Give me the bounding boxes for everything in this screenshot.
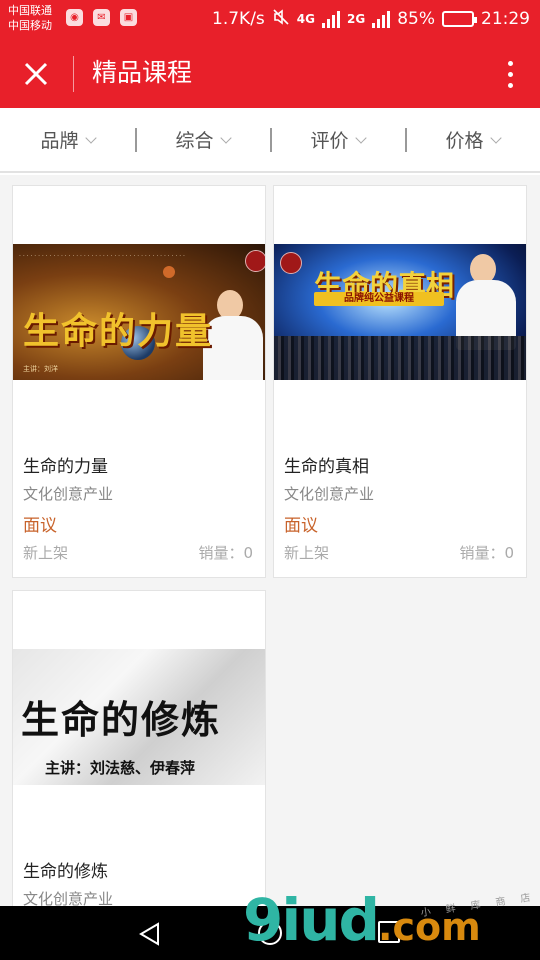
more-dot-icon [507, 71, 513, 77]
product-category: 文化创意产业 [284, 485, 375, 503]
filter-overall[interactable]: 综合 [135, 108, 270, 171]
brand-logo [245, 250, 265, 272]
banner-subtitle: 品牌纯公益课程 [314, 292, 444, 306]
filter-bar: 品牌 综合 评价 价格 [0, 108, 540, 173]
product-banner-image: · · · · · · · · · · · · · · · · · · · · … [13, 244, 265, 380]
gallery-app-icon: ▣ [120, 9, 137, 26]
product-sales: 销量：0 [198, 544, 253, 562]
network-speed: 1.7K/s [212, 9, 265, 29]
status-indicators: 1.7K/s 4G 2G 85% 21:29 [212, 6, 530, 32]
back-button[interactable] [137, 921, 163, 951]
clock: 21:29 [481, 9, 530, 29]
product-grid: · · · · · · · · · · · · · · · · · · · · … [0, 175, 540, 906]
more-dot-icon [507, 60, 513, 66]
message-app-icon: ✉ [93, 9, 110, 26]
filter-label: 价格 [445, 130, 484, 152]
app-header: 精品课程 [0, 38, 540, 108]
watermark-logo: 9iud.com [243, 888, 481, 959]
product-card[interactable]: 生命的真相 品牌纯公益课程 生命的真相 文化创意产业 面议 新上架 销量：0 [273, 185, 527, 578]
mute-icon [272, 8, 290, 31]
page-title: 精品课程 [92, 58, 193, 87]
header-divider [73, 56, 74, 92]
battery-percent: 85% [397, 9, 435, 29]
planet-graphic [163, 266, 175, 278]
watermark-main: 9iud [243, 886, 380, 954]
status-bar: 中国联通 中国移动 ◉ ✉ ▣ 1.7K/s 4G 2G 85% 21:29 [0, 0, 540, 38]
signal-bars-icon-1 [322, 10, 340, 28]
brand-logo [280, 252, 302, 274]
product-category: 文化创意产业 [23, 485, 114, 503]
banner-title: 生命的力量 [23, 310, 214, 352]
product-banner-image: 生命的修炼 主讲：刘法慈、伊春萍 [13, 649, 265, 785]
network-type-1: 4G [296, 12, 315, 26]
more-options-button[interactable] [504, 56, 516, 92]
filter-label: 综合 [175, 130, 214, 152]
chevron-down-icon [489, 131, 502, 144]
filter-brand[interactable]: 品牌 [0, 108, 135, 171]
signal-bars-icon-2 [372, 10, 391, 28]
close-button[interactable] [18, 56, 54, 92]
banner-subtitle: 主讲：刘法慈、伊春萍 [45, 759, 196, 777]
product-price: 面议 [23, 516, 57, 536]
carrier-2: 中国移动 [8, 19, 52, 32]
carrier-info: 中国联通 中国移动 [8, 3, 52, 33]
product-sales: 销量：0 [459, 544, 514, 562]
audience-graphic [274, 336, 526, 380]
chevron-down-icon [84, 131, 97, 144]
product-status: 新上架 [284, 544, 330, 562]
network-type-2: 2G [347, 12, 366, 26]
product-card[interactable]: · · · · · · · · · · · · · · · · · · · · … [12, 185, 266, 578]
product-price: 面议 [284, 516, 318, 536]
product-category: 文化创意产业 [23, 890, 114, 906]
product-title: 生命的真相 [284, 457, 369, 477]
filter-price[interactable]: 价格 [405, 108, 540, 171]
filter-rating[interactable]: 评价 [270, 108, 405, 171]
filter-label: 品牌 [40, 130, 79, 152]
filter-label: 评价 [310, 130, 349, 152]
chevron-down-icon [354, 131, 367, 144]
banner-caption: 主讲：刘洋 [23, 365, 58, 373]
product-card[interactable]: 生命的修炼 主讲：刘法慈、伊春萍 生命的修炼 文化创意产业 [12, 590, 266, 906]
close-icon [24, 62, 48, 86]
battery-icon [442, 11, 477, 27]
product-status: 新上架 [23, 544, 69, 562]
product-title: 生命的力量 [23, 457, 108, 477]
location-app-icon: ◉ [66, 9, 83, 26]
banner-title: 生命的修炼 [21, 697, 222, 742]
product-banner-image: 生命的真相 品牌纯公益课程 [274, 244, 526, 380]
chevron-down-icon [219, 131, 232, 144]
carrier-1: 中国联通 [8, 4, 52, 17]
more-dot-icon [507, 82, 513, 88]
product-title: 生命的修炼 [23, 862, 108, 882]
back-triangle-icon [139, 922, 159, 946]
